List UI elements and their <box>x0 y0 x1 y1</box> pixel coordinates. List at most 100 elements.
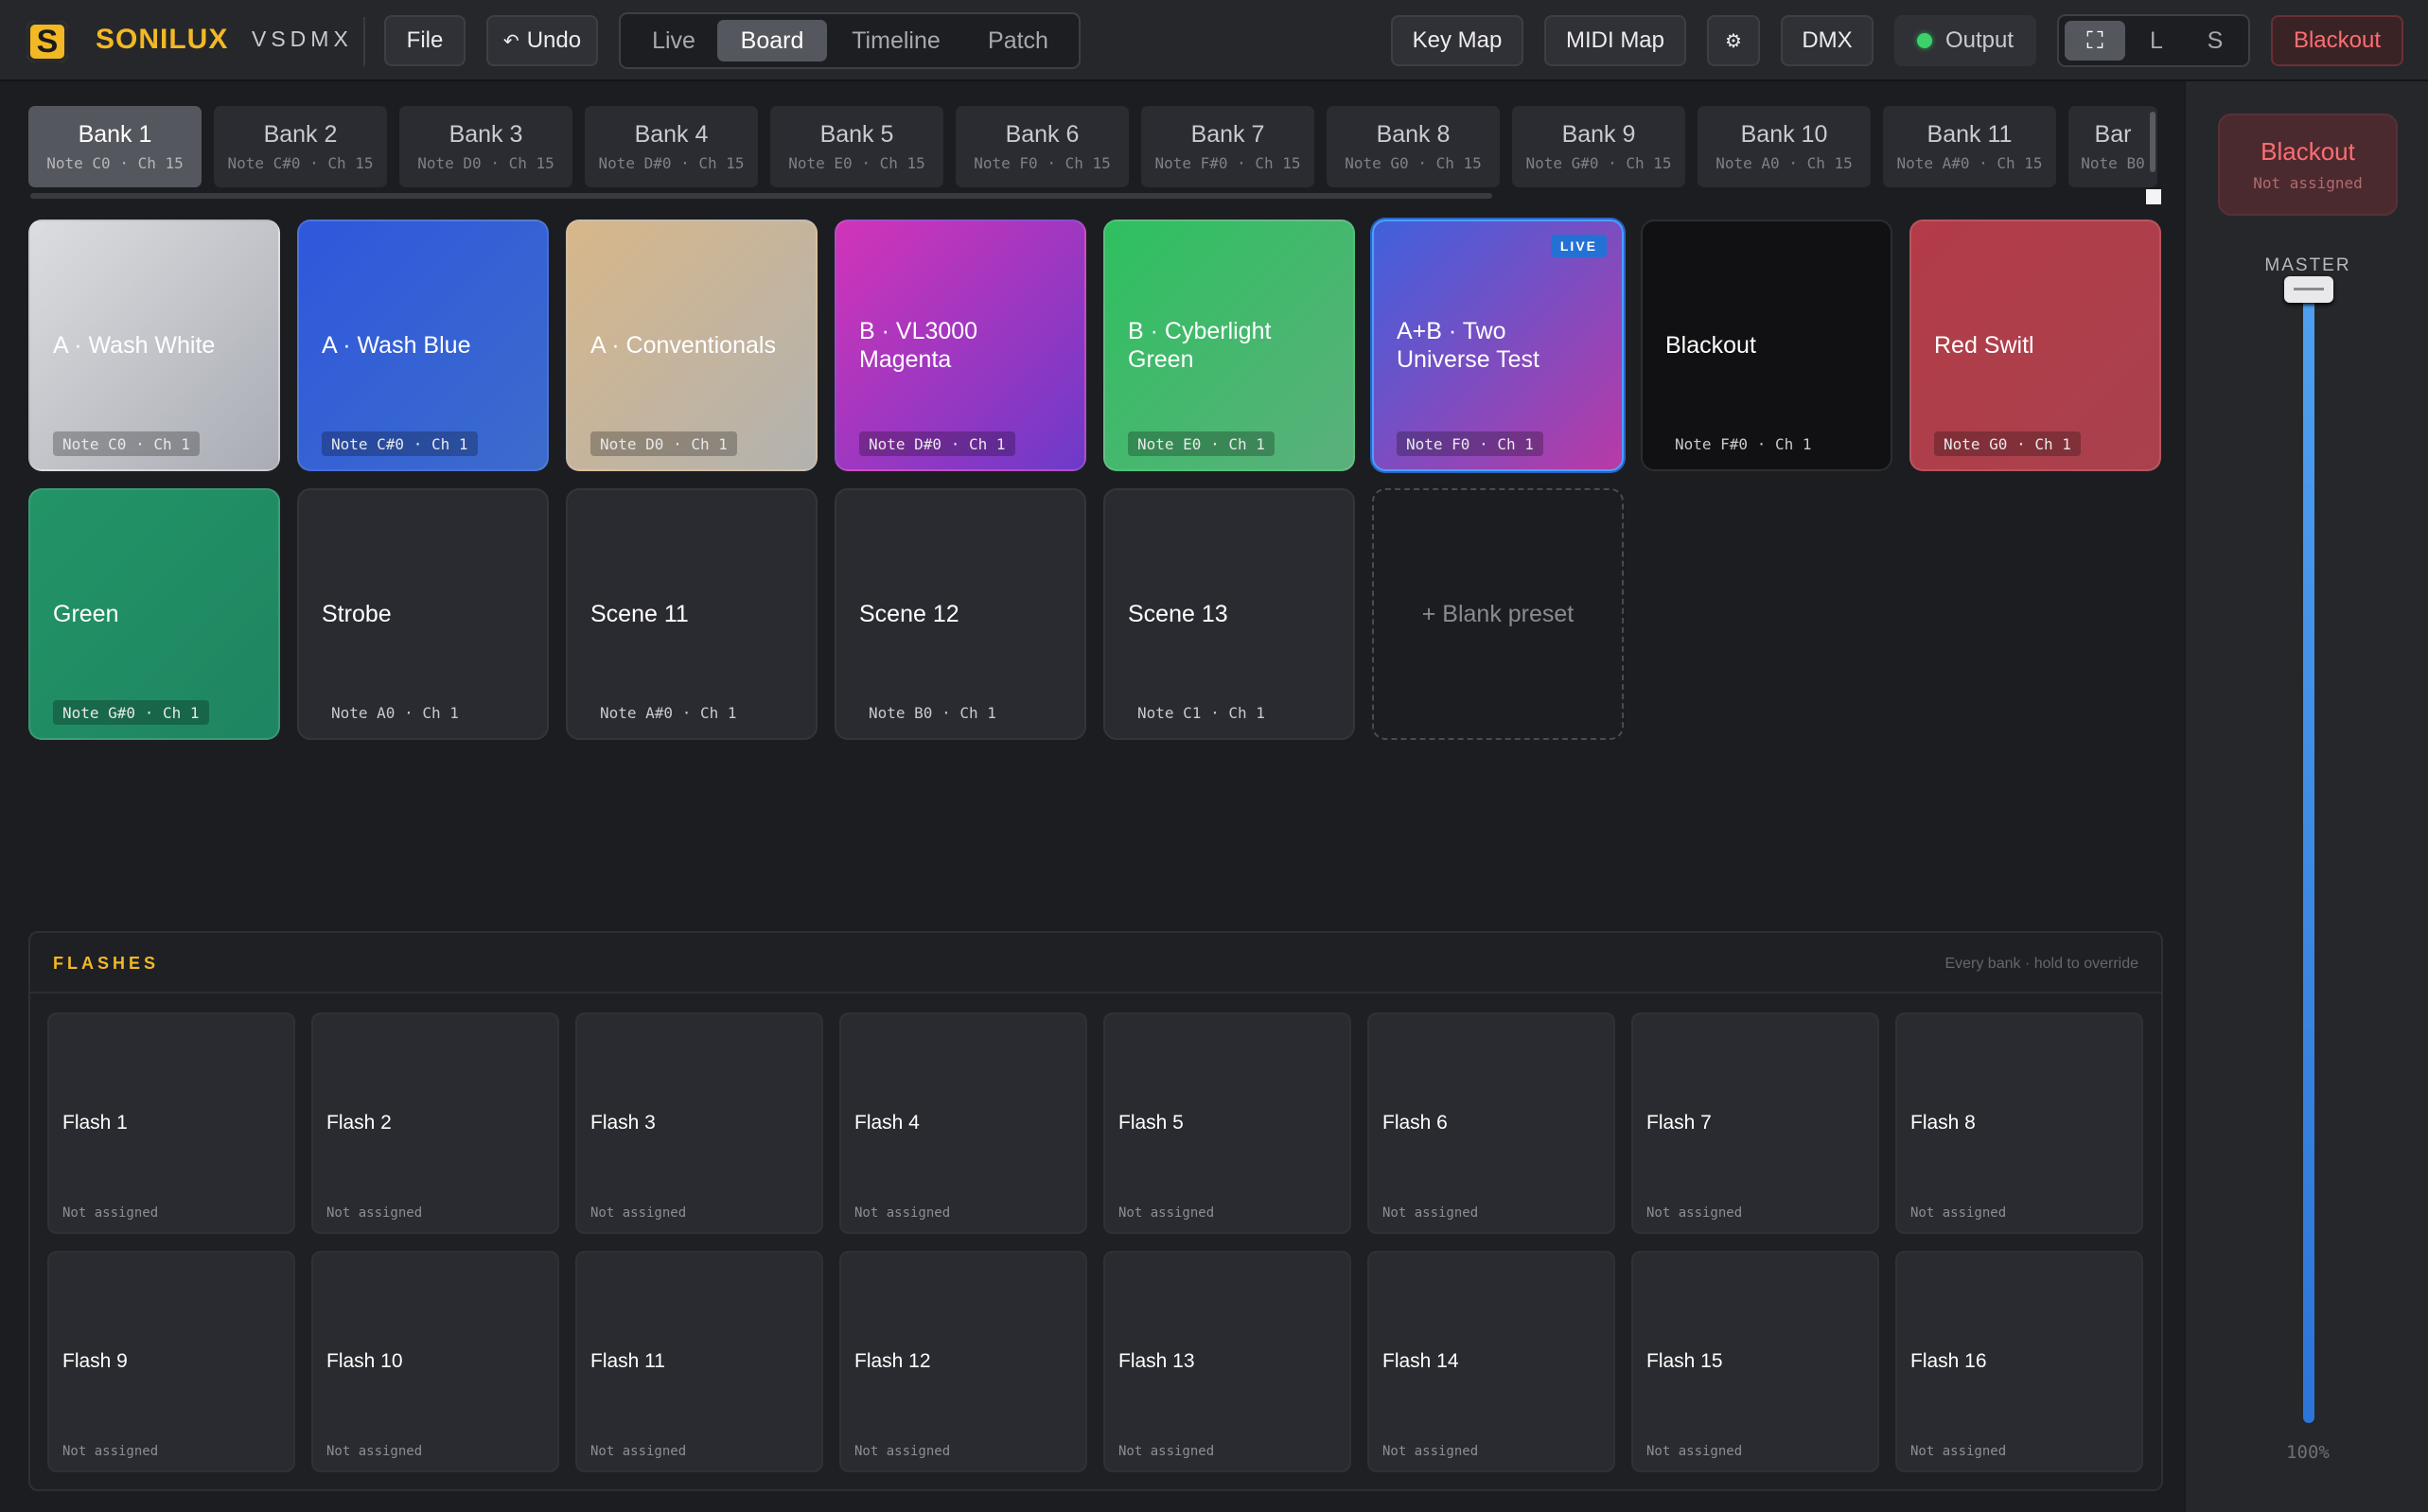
flash-name: Flash 10 <box>326 1350 403 1372</box>
flash-button[interactable]: Flash 10 Not assigned <box>311 1251 559 1472</box>
bank-tab[interactable]: Bank 8 Note G0 · Ch 15 <box>1327 106 1500 187</box>
preset-name: Blackout <box>1665 332 1756 359</box>
flash-assignment: Not assigned <box>62 1444 159 1459</box>
top-toolbar: S SONILUX VSDMX File ↶ Undo Live Board T… <box>0 0 2428 81</box>
flash-name: Flash 4 <box>854 1112 920 1134</box>
preset-tile[interactable]: Red Switl Note G0 · Ch 1 <box>1909 220 2161 471</box>
flash-assignment: Not assigned <box>1646 1205 1743 1221</box>
bank-name: Bank 9 <box>1561 121 1636 148</box>
bank-tab[interactable]: Bank 3 Note D0 · Ch 15 <box>399 106 572 187</box>
flash-assignment: Not assigned <box>1382 1444 1479 1459</box>
flash-button[interactable]: Flash 12 Not assigned <box>839 1251 1087 1472</box>
bank-tab[interactable]: Bank 5 Note E0 · Ch 15 <box>770 106 943 187</box>
preset-tile[interactable]: Blackout Note F#0 · Ch 1 <box>1641 220 1892 471</box>
scroll-corner <box>2146 189 2161 204</box>
flashes-panel: FLASHES Every bank · hold to override Fl… <box>28 931 2163 1491</box>
bank-tab[interactable]: Bank 10 Note A0 · Ch 15 <box>1698 106 1871 187</box>
view-tab-board[interactable]: Board <box>717 20 827 62</box>
flash-button[interactable]: Flash 15 Not assigned <box>1631 1251 1879 1472</box>
bank-vertical-scrollbar[interactable] <box>2150 112 2155 172</box>
master-fader-track[interactable] <box>2303 295 2314 1423</box>
key-map-button[interactable]: Key Map <box>1391 15 1523 66</box>
bank-tab[interactable]: Bank 7 Note F#0 · Ch 15 <box>1141 106 1314 187</box>
preset-tile[interactable]: A · Wash Blue Note C#0 · Ch 1 <box>297 220 549 471</box>
flash-name: Flash 5 <box>1118 1112 1184 1134</box>
add-blank-preset-button[interactable]: + Blank preset <box>1372 488 1624 740</box>
output-toggle[interactable]: Output <box>1894 15 2036 66</box>
bank-tab[interactable]: Bar Note B0 <box>2068 106 2157 187</box>
flash-name: Flash 1 <box>62 1112 128 1134</box>
preset-tile[interactable]: Scene 13 Note C1 · Ch 1 <box>1103 488 1355 740</box>
output-status-icon <box>1916 33 1932 48</box>
preset-name: Strobe <box>322 601 392 627</box>
flash-name: Flash 9 <box>62 1350 128 1372</box>
preset-name: A · Wash White <box>53 332 216 359</box>
large-mode-button[interactable]: L <box>2129 21 2184 61</box>
product-name: VSDMX <box>252 26 353 51</box>
bank-tab[interactable]: Bank 2 Note C#0 · Ch 15 <box>214 106 387 187</box>
flash-assignment: Not assigned <box>1910 1444 2007 1459</box>
preset-midi-note: Note C0 · Ch 1 <box>53 431 200 456</box>
fullscreen-mode-button[interactable]: ⛶ <box>2065 21 2125 61</box>
flash-button[interactable]: Flash 14 Not assigned <box>1367 1251 1615 1472</box>
flash-assignment: Not assigned <box>1118 1205 1215 1221</box>
file-button[interactable]: File <box>384 15 466 66</box>
flash-name: Flash 12 <box>854 1350 931 1372</box>
flash-assignment: Not assigned <box>1910 1205 2007 1221</box>
blackout-button[interactable]: Blackout <box>2271 15 2403 66</box>
preset-midi-note: Note G0 · Ch 1 <box>1934 431 2081 456</box>
preset-tile[interactable]: Green Note G#0 · Ch 1 <box>28 488 280 740</box>
bank-midi-note: Note E0 · Ch 15 <box>788 154 925 172</box>
flash-assignment: Not assigned <box>326 1444 423 1459</box>
preset-tile[interactable]: A · Conventionals Note D0 · Ch 1 <box>566 220 818 471</box>
flash-button[interactable]: Flash 7 Not assigned <box>1631 1012 1879 1234</box>
undo-button[interactable]: ↶ Undo <box>486 15 598 66</box>
flash-button[interactable]: Flash 2 Not assigned <box>311 1012 559 1234</box>
bank-tab[interactable]: Bank 6 Note F0 · Ch 15 <box>956 106 1129 187</box>
sidebar-blackout-button[interactable]: Blackout Not assigned <box>2218 114 2398 216</box>
dmx-button[interactable]: DMX <box>1781 15 1874 66</box>
settings-button[interactable]: ⚙ <box>1707 15 1760 66</box>
preset-name: Scene 13 <box>1128 601 1228 627</box>
small-mode-button[interactable]: S <box>2188 21 2243 61</box>
blank-preset-label: + Blank preset <box>1421 601 1575 627</box>
preset-tile[interactable]: B · VL3000 Magenta Note D#0 · Ch 1 <box>835 220 1086 471</box>
flash-button[interactable]: Flash 11 Not assigned <box>575 1251 823 1472</box>
flash-button[interactable]: Flash 5 Not assigned <box>1103 1012 1351 1234</box>
preset-tile[interactable]: Strobe Note A0 · Ch 1 <box>297 488 549 740</box>
flash-button[interactable]: Flash 3 Not assigned <box>575 1012 823 1234</box>
live-badge: LIVE <box>1550 235 1607 257</box>
midi-map-button[interactable]: MIDI Map <box>1544 15 1686 66</box>
bank-strip-scrollbar[interactable] <box>30 193 1492 199</box>
bank-midi-note: Note C#0 · Ch 15 <box>227 154 374 172</box>
preset-name: A · Conventionals <box>590 332 776 359</box>
flash-button[interactable]: Flash 8 Not assigned <box>1895 1012 2143 1234</box>
flash-assignment: Not assigned <box>854 1444 951 1459</box>
preset-tile[interactable]: A · Wash White Note C0 · Ch 1 <box>28 220 280 471</box>
bank-name: Bank 2 <box>263 121 338 148</box>
master-fader-handle[interactable] <box>2284 276 2333 303</box>
preset-tile[interactable]: A+B · Two Universe Test Note F0 · Ch 1 LIV… <box>1372 220 1624 471</box>
flash-button[interactable]: Flash 6 Not assigned <box>1367 1012 1615 1234</box>
view-tab-patch[interactable]: Patch <box>963 20 1073 62</box>
flash-button[interactable]: Flash 13 Not assigned <box>1103 1251 1351 1472</box>
flash-button[interactable]: Flash 1 Not assigned <box>47 1012 295 1234</box>
preset-tile[interactable]: B · Cyberlight Green Note E0 · Ch 1 <box>1103 220 1355 471</box>
flash-name: Flash 7 <box>1646 1112 1712 1134</box>
gear-icon: ⚙ <box>1725 30 1742 52</box>
flash-button[interactable]: Flash 9 Not assigned <box>47 1251 295 1472</box>
preset-midi-note: Note C1 · Ch 1 <box>1137 703 1265 722</box>
view-tab-live[interactable]: Live <box>628 20 719 62</box>
flash-assignment: Not assigned <box>590 1444 687 1459</box>
flash-name: Flash 8 <box>1910 1112 1976 1134</box>
sidebar-blackout-label: Blackout <box>2261 137 2355 166</box>
preset-tile[interactable]: Scene 11 Note A#0 · Ch 1 <box>566 488 818 740</box>
flash-button[interactable]: Flash 4 Not assigned <box>839 1012 1087 1234</box>
bank-tab[interactable]: Bank 1 Note C0 · Ch 15 <box>28 106 202 187</box>
preset-tile[interactable]: Scene 12 Note B0 · Ch 1 <box>835 488 1086 740</box>
view-tab-timeline[interactable]: Timeline <box>833 20 959 62</box>
bank-tab[interactable]: Bank 4 Note D#0 · Ch 15 <box>585 106 758 187</box>
bank-tab[interactable]: Bank 9 Note G#0 · Ch 15 <box>1512 106 1685 187</box>
bank-tab[interactable]: Bank 11 Note A#0 · Ch 15 <box>1883 106 2056 187</box>
flash-button[interactable]: Flash 16 Not assigned <box>1895 1251 2143 1472</box>
